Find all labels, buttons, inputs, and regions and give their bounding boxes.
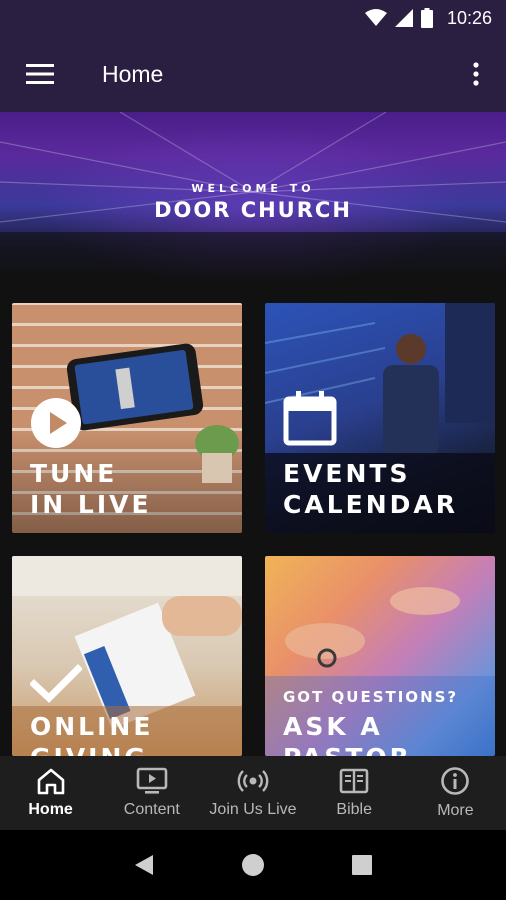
- system-navigation-bar: [0, 830, 506, 900]
- tile-tune-in-live[interactable]: TUNE IN LIVE: [12, 303, 242, 533]
- wifi-icon: [364, 9, 387, 26]
- play-icon: [31, 398, 81, 448]
- nav-join-us-live[interactable]: Join Us Live: [202, 756, 303, 830]
- page-title: Home: [102, 60, 164, 87]
- bottom-navigation: Home Content Join Us Live Bible More: [0, 756, 506, 830]
- nav-label: More: [437, 802, 474, 819]
- home-circle-icon[interactable]: [241, 853, 265, 877]
- tile-online-giving[interactable]: ONLINE GIVING: [12, 556, 242, 756]
- battery-icon: [420, 8, 433, 28]
- overflow-menu-button[interactable]: [446, 36, 506, 112]
- nav-bible[interactable]: Bible: [304, 756, 405, 830]
- book-icon: [339, 768, 369, 794]
- broadcast-icon: [237, 770, 269, 792]
- welcome-text: WELCOME TO: [191, 182, 315, 195]
- nav-label: Bible: [336, 801, 372, 818]
- recents-icon[interactable]: [351, 854, 373, 876]
- welcome-banner: WELCOME TO DOOR CHURCH: [0, 112, 506, 282]
- tv-icon: [136, 767, 168, 794]
- light-rays: [0, 112, 506, 282]
- nav-label: Home: [28, 801, 73, 818]
- home-icon: [37, 768, 64, 795]
- church-name: DOOR CHURCH: [154, 198, 352, 222]
- tile-label: TUNE IN LIVE: [30, 459, 152, 519]
- more-vert-icon: [473, 62, 479, 86]
- back-icon[interactable]: [133, 853, 155, 877]
- nav-home[interactable]: Home: [0, 756, 101, 830]
- tile-ask-a-pastor[interactable]: GOT QUESTIONS? ASK A PASTOR: [265, 556, 495, 756]
- menu-button[interactable]: [0, 36, 80, 112]
- tile-label: ONLINE GIVING: [30, 712, 154, 756]
- tile-label: EVENTS CALENDAR: [283, 459, 458, 519]
- nav-label: Content: [123, 801, 180, 818]
- cell-signal-icon: [394, 9, 413, 27]
- tile-events-calendar[interactable]: EVENTS CALENDAR: [265, 303, 495, 533]
- calendar-icon: [283, 391, 337, 446]
- nav-label: Join Us Live: [209, 801, 297, 818]
- nav-more[interactable]: More: [405, 756, 506, 830]
- info-icon: [441, 767, 470, 795]
- tile-label: ASK A PASTOR: [283, 712, 409, 756]
- hamburger-menu-icon: [26, 64, 54, 84]
- checkmark-icon: [30, 664, 82, 703]
- app-bar: Home: [0, 36, 506, 112]
- status-time: 10:26: [446, 7, 492, 28]
- status-bar: 10:26: [0, 0, 506, 36]
- nav-content[interactable]: Content: [101, 756, 202, 830]
- tile-subtitle: GOT QUESTIONS?: [283, 688, 459, 706]
